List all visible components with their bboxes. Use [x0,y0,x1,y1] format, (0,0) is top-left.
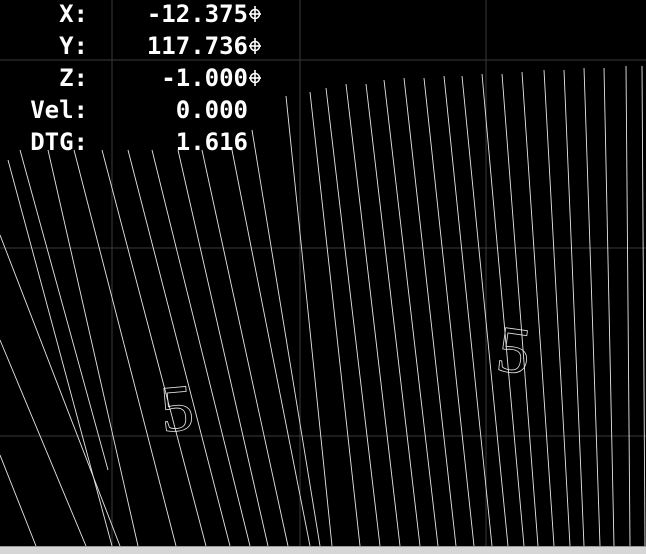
engraved-digit-right: 5 [492,312,535,389]
dro-axis-value: 117.736 [146,32,248,60]
toolpath-segment [625,65,631,547]
dro-axis-value: -12.375 [146,0,248,28]
toolpath-segment [325,87,381,547]
engraved-digits: 5 5 [157,312,536,447]
dro-axis-label: X: [59,0,88,28]
homed-icon [249,70,261,86]
toolpath-segment [231,149,311,547]
toolpath-segment [101,149,207,547]
toolpath-segment [251,129,321,547]
toolpath-segment [521,71,555,547]
toolpath-segment [481,73,525,547]
dro-axis-label: Y: [59,32,88,60]
toolpath-segment [365,83,421,547]
dro-row-vel: Vel: 0.000 [0,96,260,128]
toolpath-segment [563,69,585,547]
dro-row-z: Z: -1.000 [0,64,261,96]
toolpath-segment [19,149,109,471]
toolpath-segment [309,91,361,547]
dro-row-y: Y: 117.736 [0,32,261,64]
toolpath-segment [0,454,37,547]
dro-axis-label: Z: [59,64,88,92]
homed-icon [249,6,261,22]
toolpath-segment [151,149,251,547]
homed-icon [249,38,261,54]
toolpath-segment [0,339,87,547]
toolpath-segment [73,149,177,547]
toolpath-segment [543,69,571,547]
horizontal-scrollbar[interactable] [0,546,646,554]
engraved-digit-left: 5 [157,371,196,447]
toolpath-segment [345,83,401,547]
dro-axis-value: -1.000 [161,64,248,92]
dro-row-x: X: -12.375 [0,0,261,32]
dro-axis-value: 0.000 [175,96,248,124]
toolpath-segment [583,67,601,547]
toolpath-segment [603,67,615,547]
toolpath-segment [501,73,539,547]
dro-axis-value: 1.616 [175,128,248,156]
dro-axis-label: Vel: [30,96,88,124]
toolpath-segment [423,77,475,547]
dro-row-dtg: DTG: 1.616 [0,128,260,160]
toolpath-segment [7,159,113,547]
toolpath-segment [641,65,646,547]
toolpath-segment [177,149,269,547]
dro-axis-label: DTG: [30,128,88,156]
